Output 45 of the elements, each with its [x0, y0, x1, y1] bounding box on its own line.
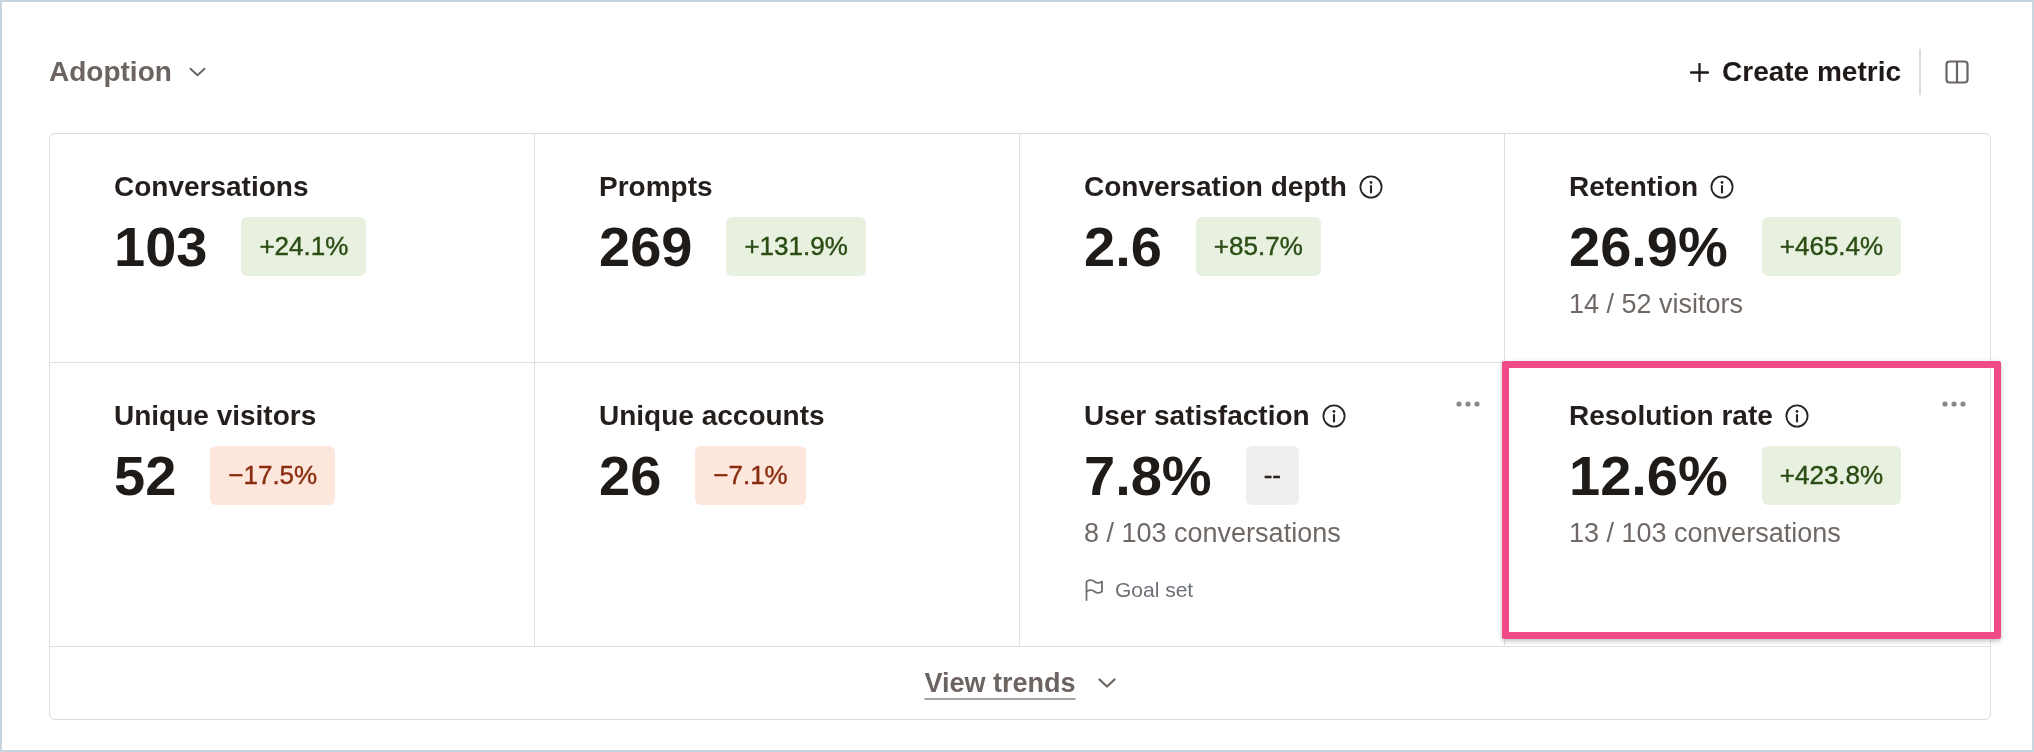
- info-icon[interactable]: [1358, 175, 1383, 199]
- info-icon[interactable]: [1321, 404, 1346, 428]
- create-metric-button[interactable]: Create metric: [1690, 54, 1901, 90]
- info-icon[interactable]: [1710, 175, 1735, 199]
- metric-title: Conversation depth: [1084, 170, 1347, 204]
- change-badge: −17.5%: [210, 446, 336, 505]
- metric-detail: 8 / 103 conversations: [1084, 517, 1342, 549]
- metric-detail: 13 / 103 conversations: [1569, 517, 1842, 549]
- change-badge: +423.8%: [1761, 446, 1902, 505]
- more-icon: [1456, 401, 1480, 407]
- plus-icon: [1690, 62, 1709, 82]
- change-badge: +131.9%: [726, 217, 866, 276]
- chevron-down-icon: [1097, 678, 1116, 688]
- info-icon[interactable]: [1784, 404, 1809, 428]
- metric-title: Unique visitors: [114, 399, 317, 433]
- metric-value: 26: [599, 446, 662, 505]
- metric-value: 269: [599, 217, 693, 276]
- more-icon: [1942, 401, 1966, 407]
- metric-title: User satisfaction: [1084, 399, 1310, 433]
- metric-value: 7.8%: [1084, 446, 1212, 505]
- more-button[interactable]: [1456, 401, 1480, 407]
- change-badge: +24.1%: [241, 217, 367, 276]
- goal-label: Goal set: [1115, 577, 1194, 603]
- metric-title: Prompts: [599, 170, 713, 204]
- layout-toggle-button[interactable]: [1945, 60, 1969, 84]
- metric-title: Conversations: [114, 170, 309, 204]
- change-badge: --: [1245, 446, 1299, 505]
- metric-value: 2.6: [1084, 217, 1162, 276]
- flag-icon: [1084, 579, 1104, 601]
- split-panel-icon: [1945, 60, 1969, 84]
- metric-title: Unique accounts: [599, 399, 825, 433]
- metric-title: Resolution rate: [1569, 399, 1773, 433]
- metric-value: 103: [114, 217, 208, 276]
- section-dropdown[interactable]: Adoption: [49, 54, 206, 90]
- more-button[interactable]: [1942, 401, 1966, 407]
- chevron-down-icon: [188, 67, 206, 77]
- metric-value: 52: [114, 446, 177, 505]
- metric-title: Retention: [1569, 170, 1699, 204]
- change-badge: +465.4%: [1761, 217, 1902, 276]
- metric-value: 12.6%: [1569, 446, 1728, 505]
- metric-detail: 14 / 52 visitors: [1569, 288, 1745, 320]
- change-badge: −7.1%: [695, 446, 806, 505]
- change-badge: +85.7%: [1195, 217, 1321, 276]
- metric-value: 26.9%: [1569, 217, 1728, 276]
- view-trends-button[interactable]: View trends: [924, 665, 1116, 701]
